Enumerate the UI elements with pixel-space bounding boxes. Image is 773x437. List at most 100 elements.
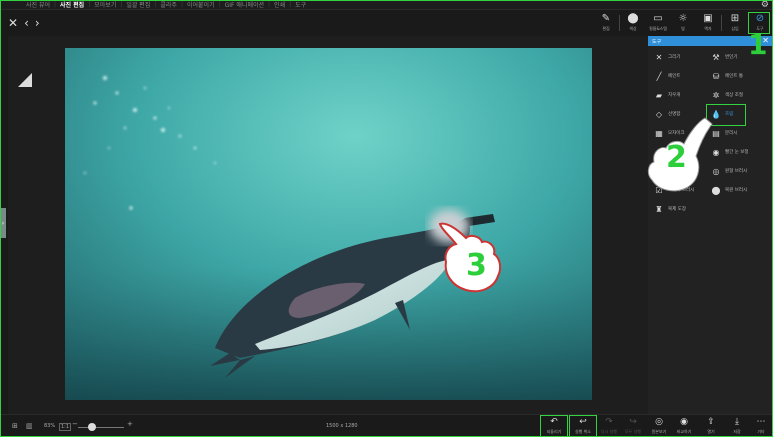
zoom-in-icon[interactable]: + [127,420,133,428]
toolbar-divider [619,15,620,31]
tools-panel: 도구 ✕ ✕ 그리기 ⚒ 번인기 ╱ 페인트 ⛁ 페인트 통 ▰ 지우개 ✲ 색상 조절 ◇ 선명함 💧 흐림… [648,36,773,414]
circle-icon: ⬤ [627,13,639,24]
share-icon: ⇪ [707,417,715,427]
sun-icon: ☼ [678,13,688,24]
toolbar-divider [721,15,722,31]
highlight-undo-button [540,415,568,437]
tool-item[interactable]: ✲ 색상 조절 [711,88,743,102]
style-label: 필름&스탬 [649,26,667,31]
redo-label: 다시 실행 [601,429,617,434]
zoom-out-icon[interactable]: − [72,420,78,428]
navigation-controls: ✕ ‹ › [8,16,40,30]
original-view-icon: ◎ [655,417,663,427]
menu-item[interactable]: 일괄 편집 [122,0,154,9]
menu-item[interactable]: GIF 애니메이션 [221,0,268,9]
more-icon: ⋯ [756,417,766,427]
clone-stamp-icon: ♜ [655,204,663,214]
compare-icon: ◉ [680,417,688,427]
previous-arrow-icon[interactable]: ‹ [24,16,29,30]
compare-button[interactable]: ◉ 비교하기 [671,417,697,437]
zoom-slider-track[interactable] [78,427,124,428]
actual-size-button[interactable]: 1:1 [59,423,72,431]
tool-label: 복제 도장 [668,207,686,212]
frame-label: 액자 [704,26,712,31]
insert-button[interactable]: ⊞ 삽입 [725,13,745,35]
redo-icon: ↷ [605,417,613,427]
step-1-marker: 1 [748,28,768,61]
canvas-area [8,36,648,414]
tool-item[interactable]: ▰ 지우개 [654,88,681,102]
original-view-label: 원본보기 [651,429,667,434]
open-button[interactable]: ⇪ 열기 [698,417,724,437]
tool-item[interactable]: ✕ 그리기 [654,50,681,64]
sparkle-icon: ✲ [712,90,720,100]
original-view-button[interactable]: ◎ 원본보기 [646,417,672,437]
edit-button[interactable]: ✎ 편집 [596,13,616,35]
adjust-button[interactable]: ⬤ 색상 [623,13,643,35]
open-label: 열기 [707,429,715,434]
step-2-marker: 2 [666,140,687,175]
save-icon: ⤓ [735,417,739,427]
menu-item[interactable]: 콜라주 [156,0,181,9]
edit-label: 편집 [602,26,610,31]
light-label: 빛 [681,26,685,31]
film-icon: ▭ [653,13,663,24]
tool-label: 복원 브러시 [725,188,748,193]
edit-toolbar: ✕ ‹ › ✎ 편집 ⬤ 색상 ▭ 필름&스탬 ☼ 빛 ▣ 액자 ⊞ 삽입 ⊘ … [0,10,773,36]
edit-pencil-icon: ✎ [601,13,611,24]
tool-item[interactable]: ╱ 페인트 [654,69,681,83]
tool-item[interactable]: ⚒ 번인기 [711,50,737,64]
eraser-icon: ▰ [655,90,663,100]
paint-bucket-icon: ⛁ [712,71,720,81]
compare-label: 비교하기 [676,429,692,434]
tool-label: 원형 브러시 [725,169,748,174]
save-button[interactable]: ⤓ 저장 [724,417,750,437]
tool-label: 빨간 눈 보정 [725,150,749,155]
next-arrow-icon[interactable]: › [35,16,40,30]
crop-grid-icon[interactable]: ⊞ [12,422,18,430]
zoom-level: 83% [44,423,56,429]
tool-label: 페인트 [668,74,681,79]
tools-panel-title: 도구 [652,38,662,45]
insert-label: 삽입 [731,26,739,31]
menu-item[interactable]: 모아보기 [90,0,120,9]
bottom-status-bar: ⊞ ▥ 83% 1:1 − + 1500 x 1280 ↶ 되돌리기 ↩ 실행 … [0,414,773,437]
top-menu-bar: 사진 뷰어 | 사진 편집 | 모아보기 | 일괄 편집 | 콜라주 | 이어붙이기 | GIF 애니메… [0,0,773,10]
left-panel-toggle[interactable]: › [0,208,6,238]
light-button[interactable]: ☼ 빛 [673,13,693,35]
frame-button[interactable]: ▣ 액자 [698,13,718,35]
menu-item[interactable]: 인쇄 [270,0,289,9]
menu-item[interactable]: 이어붙이기 [183,0,219,9]
tool-label: 분리시 [725,131,738,136]
tool-label: 번인기 [725,55,738,60]
settings-gear-icon[interactable]: ⚙ [761,0,769,10]
view-mode-icon[interactable]: ▥ [26,422,33,430]
image-dimensions: 1500 x 1280 [326,423,358,429]
more-button[interactable]: ⋯ 기타 [748,417,773,437]
menu-item[interactable]: 사진 뷰어 [22,0,54,9]
tool-item[interactable]: ♜ 복제 도장 [654,202,686,216]
photo-canvas[interactable] [65,48,592,400]
penguin-photo [65,48,592,400]
step-3-marker: 3 [466,248,487,283]
redo-all-label: 모두 실행 [625,429,641,434]
redo-all-button[interactable]: ↪ 모두 실행 [620,417,646,437]
style-button[interactable]: ▭ 필름&스탬 [648,13,668,35]
highlight-cancel-button [569,415,597,437]
adjust-label: 색상 [629,26,637,31]
menu-item[interactable]: 도구 [291,0,310,9]
tool-label: 지우개 [668,93,681,98]
tool-label: 그리기 [668,55,681,60]
insert-icon: ⊞ [730,13,740,24]
zoom-slider-handle[interactable] [88,423,96,431]
menu-item[interactable]: 사진 편집 [56,0,88,9]
stamp-brush-icon: ⚒ [712,52,720,62]
frame-icon: ▣ [703,13,713,24]
redo-button[interactable]: ↷ 다시 실행 [596,417,622,437]
tool-label: 페인트 통 [725,74,743,79]
more-label: 기타 [757,429,765,434]
close-icon[interactable]: ✕ [8,16,18,30]
tool-item[interactable]: ⛁ 페인트 통 [711,69,743,83]
pencil-cross-icon: ✕ [655,52,663,62]
image-info-badge-icon[interactable] [18,73,32,87]
